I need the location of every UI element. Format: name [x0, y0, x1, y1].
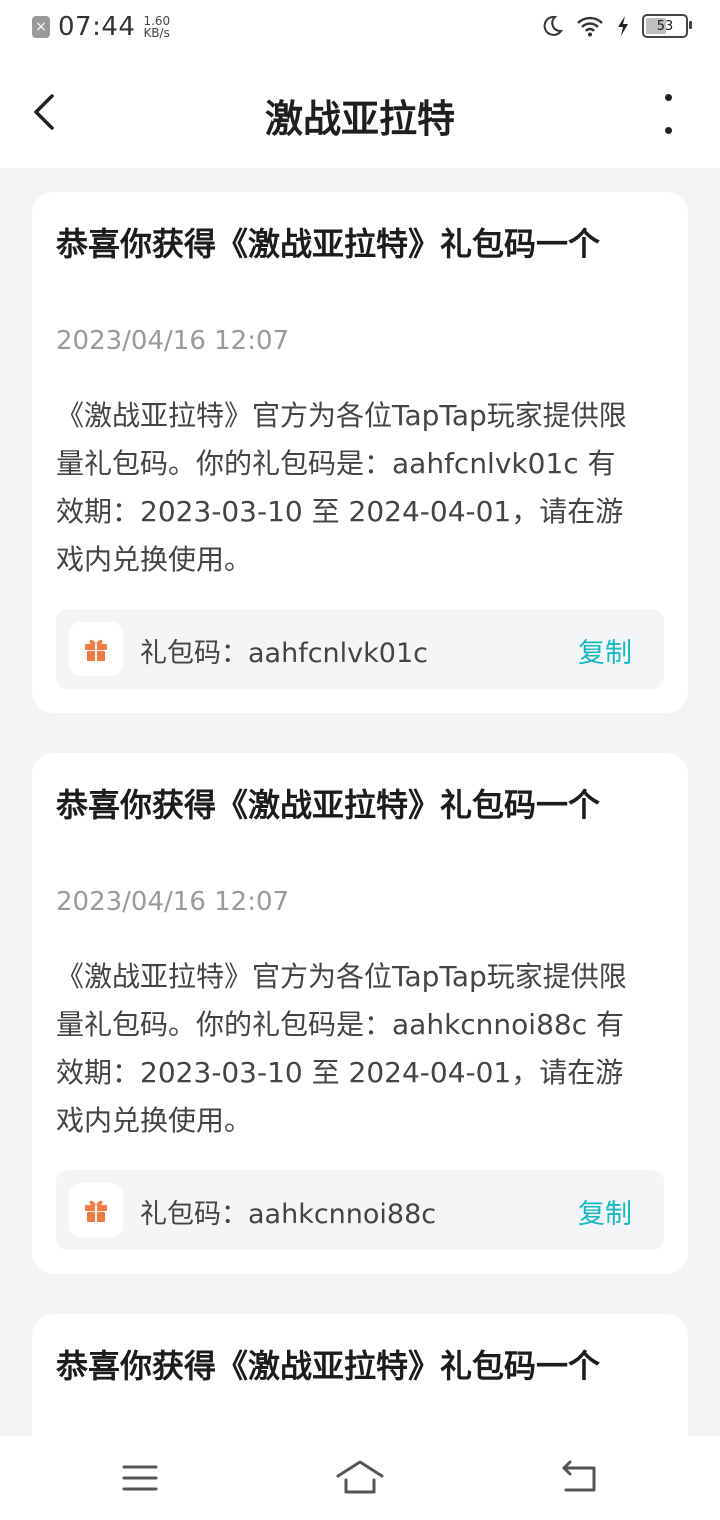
- card-date: 2023/04/16 12:07: [56, 887, 290, 917]
- message-card: 恭喜你获得《激战亚拉特》礼包码一个: [32, 1314, 688, 1436]
- menu-button[interactable]: [110, 1456, 170, 1502]
- charging-icon: [616, 15, 630, 37]
- menu-icon: [122, 1465, 158, 1491]
- title-bar: 激战亚拉特: [0, 58, 720, 168]
- gift-icon: [69, 1183, 123, 1237]
- network-speed: 1.60 KB/s: [143, 15, 170, 39]
- back-icon: [562, 1460, 596, 1492]
- more-dot-icon: [664, 94, 672, 101]
- page-title: 激战亚拉特: [264, 97, 455, 141]
- card-body: 《激战亚拉特》官方为各位TapTap玩家提供限量礼包码。你的礼包码是：aahfc…: [56, 399, 627, 576]
- notification-icon: ×: [32, 16, 50, 38]
- card-title: 恭喜你获得《激战亚拉特》礼包码一个: [56, 225, 601, 263]
- gift-icon: [69, 622, 123, 676]
- card-date: 2023/04/16 12:07: [56, 326, 290, 356]
- card-body: 《激战亚拉特》官方为各位TapTap玩家提供限量礼包码。你的礼包码是：aahkc…: [56, 960, 627, 1137]
- moon-icon: [540, 14, 564, 38]
- gift-code-box: 礼包码：aahfcnlvk01c 复制: [56, 609, 664, 689]
- status-time: 07:44: [58, 12, 136, 42]
- message-list[interactable]: 恭喜你获得《激战亚拉特》礼包码一个 2023/04/16 12:07 《激战亚拉…: [0, 168, 720, 1436]
- back-nav-button[interactable]: [550, 1456, 610, 1502]
- status-bar: × 07:44 1.60 KB/s 53: [0, 0, 720, 58]
- card-title: 恭喜你获得《激战亚拉特》礼包码一个: [56, 1347, 601, 1385]
- status-right: 53: [528, 14, 692, 38]
- message-card: 恭喜你获得《激战亚拉特》礼包码一个 2023/04/16 12:07 《激战亚拉…: [32, 192, 688, 713]
- more-dot-icon: [664, 127, 672, 134]
- status-left: × 07:44 1.60 KB/s: [32, 12, 170, 42]
- copy-button[interactable]: 复制: [578, 631, 632, 670]
- gift-code-label: 礼包码：aahkcnnoi88c: [140, 1199, 437, 1230]
- home-icon: [336, 1460, 384, 1494]
- card-title: 恭喜你获得《激战亚拉特》礼包码一个: [56, 786, 601, 824]
- home-button[interactable]: [330, 1456, 390, 1502]
- wifi-icon: [576, 15, 604, 37]
- more-options-button[interactable]: [656, 94, 680, 134]
- gift-code-label: 礼包码：aahfcnlvk01c: [140, 638, 428, 669]
- system-nav-bar: [0, 1436, 720, 1520]
- gift-code-box: 礼包码：aahkcnnoi88c 复制: [56, 1170, 664, 1250]
- copy-button[interactable]: 复制: [578, 1192, 632, 1231]
- battery-icon: 53: [642, 14, 692, 38]
- network-speed-unit: KB/s: [143, 26, 170, 40]
- message-card: 恭喜你获得《激战亚拉特》礼包码一个 2023/04/16 12:07 《激战亚拉…: [32, 753, 688, 1274]
- battery-level: 53: [656, 18, 674, 34]
